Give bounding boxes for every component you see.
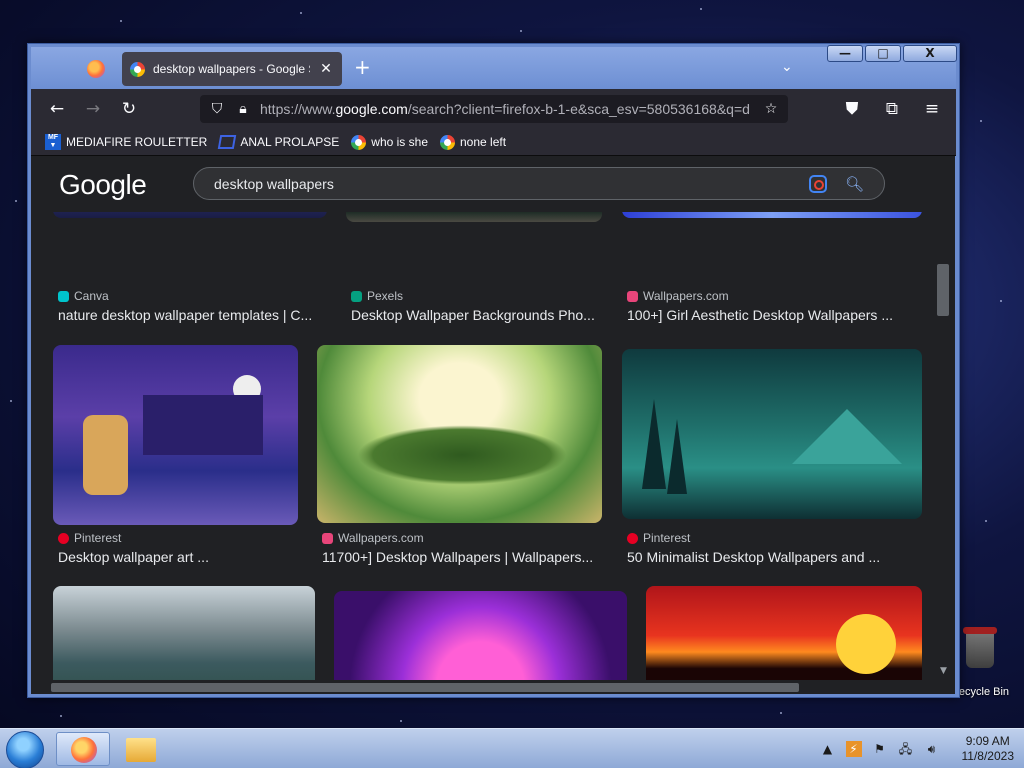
- bookmark-none-left[interactable]: none left: [440, 134, 506, 150]
- google-lens-icon[interactable]: [808, 174, 827, 193]
- result-source[interactable]: Pinterest: [58, 531, 121, 545]
- result-image[interactable]: [334, 591, 627, 680]
- network-icon[interactable]: 🖧︎: [898, 741, 914, 757]
- navigation-toolbar: ← → ↻ ⛉ 🔒︎ https://www.google.com/search…: [31, 89, 956, 129]
- page-content: Google desktop wallpapers 🔍︎ Canva natur…: [31, 156, 955, 680]
- google-logo[interactable]: Google: [59, 169, 147, 201]
- taskbar-explorer[interactable]: [114, 732, 168, 766]
- google-favicon-icon: [130, 61, 145, 77]
- action-center-flag-icon[interactable]: ⚑: [872, 741, 888, 757]
- result-caption[interactable]: Desktop wallpaper art ...: [58, 549, 303, 565]
- extensions-icon[interactable]: ⧉: [874, 93, 910, 125]
- menu-icon[interactable]: ≡: [914, 93, 950, 125]
- pocket-icon[interactable]: ⛊: [834, 93, 870, 125]
- reload-icon[interactable]: ↻: [111, 93, 147, 125]
- result-image[interactable]: [53, 345, 298, 525]
- close-button[interactable]: X: [903, 45, 957, 62]
- result-image[interactable]: [646, 586, 922, 680]
- taskbar-firefox[interactable]: [56, 732, 110, 766]
- pinterest-icon: [627, 532, 638, 544]
- result-image[interactable]: [53, 586, 315, 680]
- result-source[interactable]: Wallpapers.com: [322, 531, 424, 545]
- new-tab-button[interactable]: +: [354, 57, 371, 77]
- horizontal-scrollbar-thumb[interactable]: [51, 683, 799, 692]
- result-caption[interactable]: Desktop Wallpaper Backgrounds Pho...: [351, 307, 601, 323]
- google-icon: [440, 134, 455, 150]
- result-image[interactable]: [317, 345, 602, 523]
- result-source[interactable]: Pinterest: [627, 531, 690, 545]
- bookmark-2[interactable]: ANAL PROLAPSE: [218, 135, 339, 149]
- wallpapers-com-icon: [322, 532, 333, 544]
- folder-icon: [126, 738, 156, 762]
- google-icon: [351, 134, 367, 150]
- result-caption[interactable]: 100+] Girl Aesthetic Desktop Wallpapers …: [627, 307, 922, 323]
- result-caption[interactable]: 50 Minimalist Desktop Wallpapers and ...: [627, 549, 922, 565]
- bookmarks-toolbar: MF ▼ MEDIAFIRE ROULETTER ANAL PROLAPSE wh…: [31, 129, 956, 156]
- shield-icon[interactable]: ⛉: [208, 101, 226, 117]
- start-button[interactable]: [6, 731, 44, 768]
- search-icon[interactable]: 🔍︎: [845, 175, 864, 193]
- wallpapers-com-icon: [627, 290, 638, 302]
- window-controls: — □ X: [827, 45, 957, 62]
- result-caption[interactable]: 11700+] Desktop Wallpapers | Wallpapers.…: [322, 549, 602, 565]
- lock-icon[interactable]: 🔒︎: [234, 101, 252, 117]
- google-header: Google desktop wallpapers 🔍︎: [31, 156, 955, 212]
- result-image[interactable]: [622, 349, 922, 519]
- canva-icon: [58, 290, 69, 302]
- show-hidden-icons-icon[interactable]: ▲: [820, 741, 836, 757]
- bookmark-who-is-she[interactable]: who is she: [351, 134, 428, 150]
- toolbar-right: ⛊ ⧉ ≡: [834, 93, 950, 125]
- tray-app-icon[interactable]: ⚡: [845, 741, 862, 757]
- firefox-icon: [71, 737, 97, 763]
- taskbar: ▲ ⚡ ⚑ 🖧︎ 🔊︎ 9:09 AM 11/8/2023: [0, 728, 1024, 768]
- maximize-button[interactable]: □: [865, 45, 901, 62]
- tab-close-icon[interactable]: ✕: [318, 61, 334, 77]
- back-arrow-icon[interactable]: ←: [39, 93, 75, 125]
- search-box[interactable]: desktop wallpapers 🔍︎: [193, 167, 885, 200]
- tab-title: desktop wallpapers - Google Search: [153, 62, 310, 76]
- clock-time: 9:09 AM: [965, 734, 1010, 748]
- scroll-down-icon[interactable]: ▼: [940, 666, 947, 676]
- clock-date: 11/8/2023: [961, 749, 1015, 763]
- pinterest-icon: [58, 532, 69, 544]
- bookmark-mediafire[interactable]: MF ▼ MEDIAFIRE ROULETTER: [45, 134, 207, 150]
- bookmark-star-icon[interactable]: ☆: [762, 101, 780, 117]
- mediafire-icon: MF ▼: [45, 134, 61, 150]
- bookmark-icon: [218, 135, 237, 149]
- result-caption[interactable]: nature desktop wallpaper templates | C..…: [58, 307, 323, 323]
- firefox-icon[interactable]: [87, 60, 105, 78]
- forward-arrow-icon[interactable]: →: [75, 93, 111, 125]
- url-text[interactable]: https://www.google.com/search?client=fir…: [260, 101, 754, 117]
- address-bar[interactable]: ⛉ 🔒︎ https://www.google.com/search?clien…: [200, 95, 788, 123]
- firefox-window: desktop wallpapers - Google Search ✕ + ⌄…: [27, 43, 960, 698]
- tab-google-search[interactable]: desktop wallpapers - Google Search ✕: [122, 52, 342, 86]
- result-source[interactable]: Pexels: [351, 289, 403, 303]
- minimize-button[interactable]: —: [827, 45, 863, 62]
- result-source[interactable]: Canva: [58, 289, 109, 303]
- clock[interactable]: 9:09 AM 11/8/2023: [962, 734, 1015, 764]
- volume-icon[interactable]: 🔊︎: [924, 741, 940, 757]
- system-tray: ▲ ⚡ ⚑ 🖧︎ 🔊︎ 9:09 AM 11/8/2023: [820, 729, 1015, 768]
- result-source[interactable]: Wallpapers.com: [627, 289, 729, 303]
- recycle-bin-icon: [963, 627, 997, 668]
- search-input[interactable]: desktop wallpapers: [214, 176, 809, 192]
- horizontal-scrollbar[interactable]: [31, 680, 955, 694]
- tab-bar: desktop wallpapers - Google Search ✕ + ⌄…: [31, 45, 957, 89]
- vertical-scrollbar-thumb[interactable]: [937, 264, 949, 316]
- pexels-icon: [351, 290, 362, 302]
- list-all-tabs-icon[interactable]: ⌄: [781, 59, 793, 75]
